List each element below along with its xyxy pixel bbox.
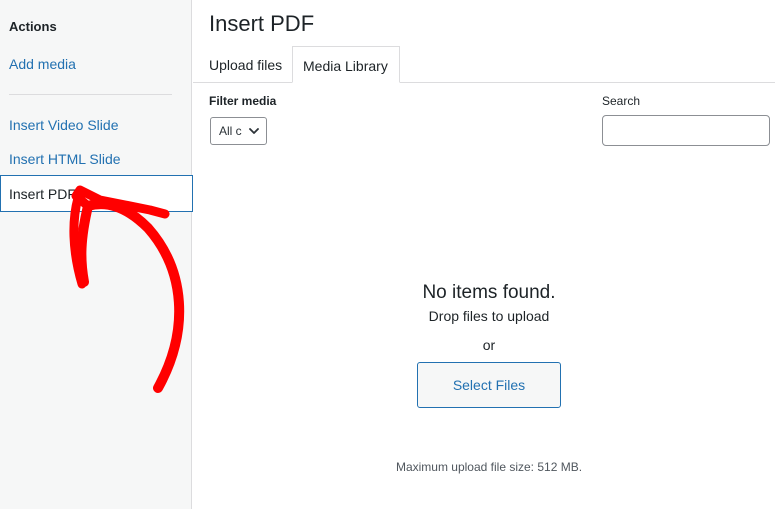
- add-media-link[interactable]: Add media: [9, 56, 76, 72]
- filter-selected-value: All c: [219, 124, 242, 138]
- insert-pdf-modal: Actions Add media Insert Video Slide Ins…: [0, 0, 775, 509]
- tab-media-library[interactable]: Media Library: [292, 46, 400, 83]
- search-label: Search: [602, 94, 641, 108]
- search-input[interactable]: [602, 115, 770, 146]
- max-upload-size: Maximum upload file size: 512 MB.: [395, 460, 583, 474]
- filter-media-label: Filter media: [209, 94, 277, 108]
- page-title: Insert PDF: [209, 11, 315, 36]
- sidebar: Actions Add media Insert Video Slide Ins…: [0, 0, 193, 509]
- sidebar-heading: Actions: [9, 19, 57, 34]
- no-items-message: No items found.: [422, 282, 556, 303]
- tab-label: Media Library: [303, 58, 388, 74]
- or-text: or: [482, 337, 496, 353]
- filter-media-select[interactable]: All c: [210, 117, 267, 145]
- tab-label: Upload files: [209, 57, 283, 73]
- drop-files-text: Drop files to upload: [428, 308, 550, 324]
- sidebar-divider: [9, 94, 172, 95]
- sidebar-item-label: Insert PDF: [9, 186, 76, 202]
- main-panel: Insert PDF Upload files Media Library Fi…: [193, 0, 775, 509]
- chevron-down-icon: [249, 128, 259, 134]
- sidebar-item-insert-video-slide[interactable]: Insert Video Slide: [9, 117, 118, 133]
- tab-upload-files[interactable]: Upload files: [201, 46, 293, 83]
- sidebar-item-insert-pdf[interactable]: Insert PDF: [0, 175, 193, 212]
- sidebar-item-insert-html-slide[interactable]: Insert HTML Slide: [9, 151, 121, 167]
- select-files-button[interactable]: Select Files: [417, 362, 561, 408]
